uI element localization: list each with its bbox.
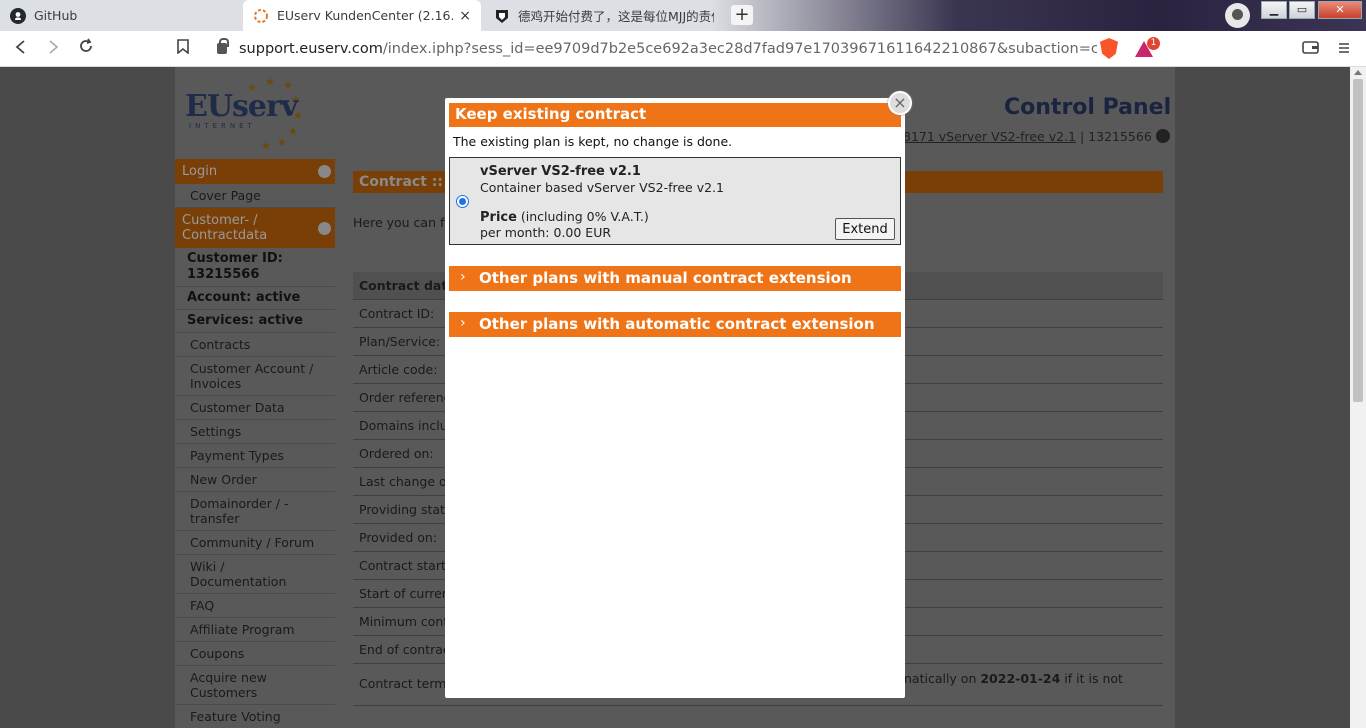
collapse-icon[interactable] [318,165,331,178]
price-note: (including 0% V.A.T.) [516,209,649,224]
user-separator: | [1076,129,1089,144]
tab-title: 德鸡开始付费了，这是每位MJJ的责任 [518,9,714,24]
manual-extension-plans-accordion[interactable]: › Other plans with manual contract exten… [449,266,901,291]
sidebar-customer-header[interactable]: Customer- / Contractdata [175,208,335,248]
wallet-icon[interactable] [1299,38,1321,60]
sidebar: Login Cover Page Customer- / Contractdat… [175,159,335,728]
minimize-button[interactable]: ▁ [1261,1,1287,19]
sidebar-item-new-order[interactable]: New Order [175,468,335,492]
term-note-prefix: natically on [904,671,981,686]
user-icon[interactable] [1155,129,1170,143]
brave-shields-icon[interactable] [1100,38,1118,59]
sidebar-item-acquire[interactable]: Acquire new Customers [175,666,335,705]
sidebar-item-domainorder[interactable]: Domainorder / -transfer [175,492,335,531]
svg-text:★: ★ [261,139,271,152]
manual-extension-label: Other plans with manual contract extensi… [479,269,852,287]
sidebar-item-customer-account[interactable]: Customer Account / Invoices [175,357,335,396]
sidebar-customer-label: Customer- / Contractdata [182,213,268,243]
customer-id-block: Customer ID: 13215566 [175,248,335,287]
tab-euserv[interactable]: EUserv KundenCenter (2.16.4a_2 × [243,0,481,31]
services-status: Services: active [175,310,335,333]
sidebar-item-settings[interactable]: Settings [175,420,335,444]
user-info: 8171 vServer VS2-free v2.1 | 13215566 [903,129,1170,144]
term-note-date: 2022-01-24 [980,671,1061,686]
github-icon [10,7,26,24]
sidebar-item-wiki[interactable]: Wiki / Documentation [175,555,335,594]
url-host: support.euserv.com [239,41,383,57]
sidebar-login-header[interactable]: Login [175,159,335,184]
current-plan-option[interactable]: vServer VS2-free v2.1 Container based vS… [449,157,901,245]
customer-id-value: 13215566 [187,267,260,282]
sidebar-item-faq[interactable]: FAQ [175,594,335,618]
page-scrollbar[interactable] [1350,67,1366,728]
keep-contract-description: The existing plan is kept, no change is … [453,134,733,149]
lock-icon [217,38,229,54]
tab-title: EUserv KundenCenter (2.16.4a_2 [277,8,453,23]
contract-term-note: natically on 2022-01-24 if it is not [904,671,1123,686]
account-status: Account: active [175,287,335,310]
reload-icon[interactable] [75,38,97,60]
back-icon[interactable] [10,38,32,60]
sidebar-login-label: Login [182,164,218,179]
plan-description: Container based vServer VS2-free v2.1 [480,180,724,195]
chevron-right-icon: › [460,315,466,331]
euserv-logo[interactable]: EUserv [185,89,298,124]
control-panel-title: Control Panel [1004,95,1172,120]
profile-icon[interactable] [1225,3,1250,28]
sidebar-item-community[interactable]: Community / Forum [175,531,335,555]
tab-forum[interactable]: 德鸡开始付费了，这是每位MJJ的责任 [484,0,724,31]
user-id: 13215566 [1088,129,1152,144]
scroll-thumb[interactable] [1353,79,1363,402]
plan-name: vServer VS2-free v2.1 [480,164,641,179]
scroll-up-icon[interactable] [1354,70,1362,75]
chevron-right-icon: › [460,269,466,285]
url-path: /index.iphp?sess_id=ee9709d7b2e5ce692a3e… [382,41,1097,57]
sidebar-item-cover-page[interactable]: Cover Page [175,184,335,208]
svg-text:★: ★ [265,75,275,88]
browser-tab-bar: GitHub EUserv KundenCenter (2.16.4a_2 × … [0,0,1366,31]
automatic-extension-label: Other plans with automatic contract exte… [479,315,875,333]
sidebar-item-customer-data[interactable]: Customer Data [175,396,335,420]
modal-close-button[interactable]: × [888,91,912,115]
plan-price: Price (including 0% V.A.T.) [480,209,649,225]
tab-title: GitHub [34,8,78,23]
tab-close-icon[interactable]: × [459,8,471,24]
keep-contract-header: Keep existing contract [449,103,901,127]
svg-text:★: ★ [277,136,287,149]
price-label: Price [480,210,517,225]
sidebar-item-contracts[interactable]: Contracts [175,333,335,357]
plan-monthly-price: per month: 0.00 EUR [480,225,612,240]
loading-spinner-icon [254,8,268,23]
intro-text: Here you can fi [353,215,448,230]
logo-subtext: INTERNET [189,122,256,130]
sidebar-item-affiliate[interactable]: Affiliate Program [175,618,335,642]
svg-text:★: ★ [288,125,298,138]
bookmark-icon[interactable] [172,38,194,60]
sidebar-item-coupons[interactable]: Coupons [175,642,335,666]
rewards-badge: 1 [1147,37,1160,50]
term-note-suffix: if it is not [1060,671,1123,686]
tab-github[interactable]: GitHub [0,0,240,31]
menu-icon[interactable] [1333,38,1355,60]
contract-modal: Keep existing contract The existing plan… [445,98,905,698]
maximize-button[interactable]: ▭ [1289,1,1315,19]
automatic-extension-plans-accordion[interactable]: › Other plans with automatic contract ex… [449,312,901,337]
collapse-icon[interactable] [318,222,331,235]
window-close-button[interactable]: ✕ [1318,1,1362,19]
plan-radio[interactable] [456,195,469,208]
sidebar-item-feature-voting[interactable]: Feature Voting [175,705,335,728]
extend-button[interactable]: Extend [835,218,895,240]
address-bar[interactable]: support.euserv.com/index.iphp?sess_id=ee… [205,35,1097,63]
browser-toolbar: support.euserv.com/index.iphp?sess_id=ee… [0,31,1366,67]
customer-id-label: Customer ID: [187,251,283,266]
sidebar-item-payment-types[interactable]: Payment Types [175,444,335,468]
site-favicon-icon [496,9,508,23]
new-tab-button[interactable]: + [731,5,753,25]
forward-icon[interactable] [42,38,64,60]
contract-link[interactable]: 8171 vServer VS2-free v2.1 [903,129,1076,144]
